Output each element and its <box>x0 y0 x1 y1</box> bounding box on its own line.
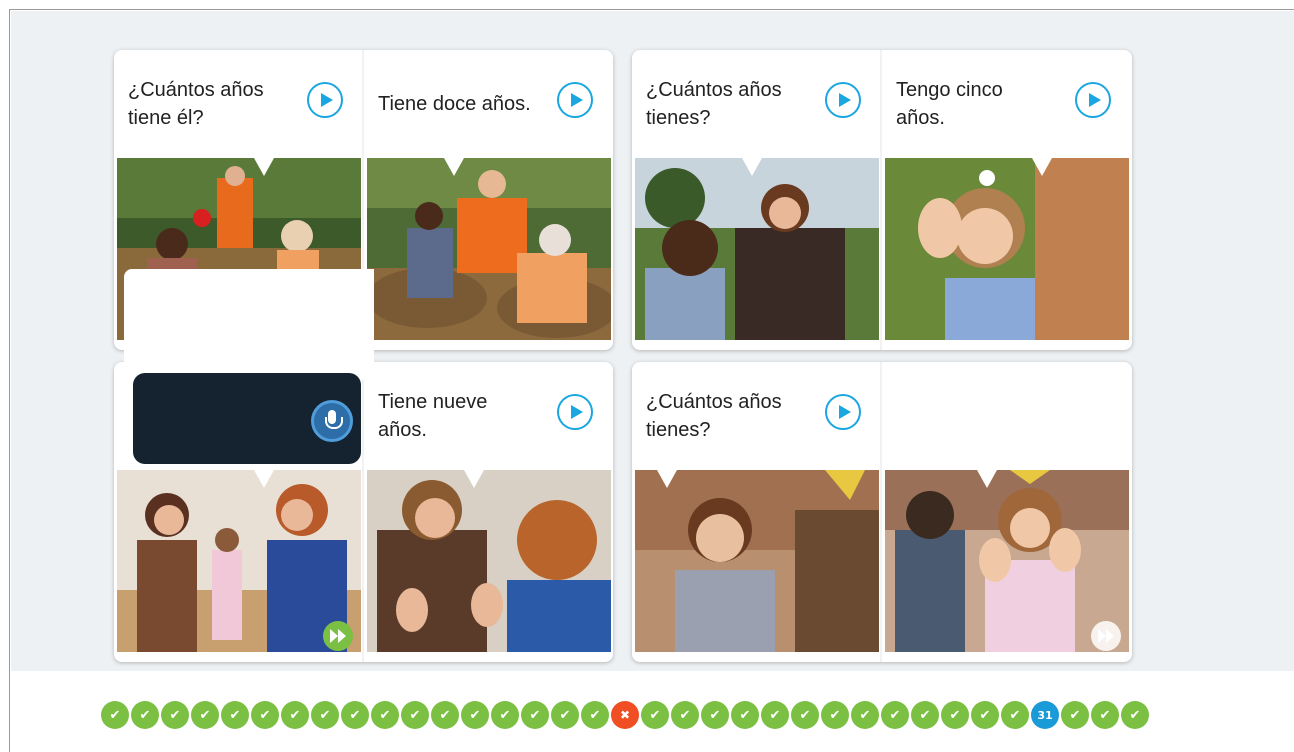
caption-text: Tiene nueve años. <box>378 391 488 441</box>
photo-women-at-party[interactable] <box>117 470 361 652</box>
step-done-check-icon[interactable]: ✔ <box>251 701 279 729</box>
step-done-check-icon[interactable]: ✔ <box>671 701 699 729</box>
step-done-check-icon[interactable]: ✔ <box>311 701 339 729</box>
caption-text: Tengo cinco años. <box>896 79 1003 129</box>
step-done-check-icon[interactable]: ✔ <box>551 701 579 729</box>
step-current[interactable]: 31 <box>1031 701 1059 729</box>
caption-text: ¿Cuántos años tienes? <box>646 391 782 441</box>
step-done-check-icon[interactable]: ✔ <box>191 701 219 729</box>
step-done-check-icon[interactable]: ✔ <box>491 701 519 729</box>
play-audio-icon[interactable] <box>557 394 593 430</box>
step-done-check-icon[interactable]: ✔ <box>971 701 999 729</box>
dialogue-panel: ¿Cuántos años tienes? <box>632 50 879 350</box>
caption-text: ¿Cuántos años tienes? <box>646 79 782 129</box>
play-audio-icon[interactable] <box>825 394 861 430</box>
step-done-check-icon[interactable]: ✔ <box>1121 701 1149 729</box>
speech-bubble-notch <box>657 470 677 488</box>
step-done-check-icon[interactable]: ✔ <box>581 701 609 729</box>
caption-text: ¿Cuántos años tiene él? <box>128 79 264 129</box>
voice-recorder-panel[interactable] <box>133 373 361 464</box>
speech-bubble-notch <box>977 470 997 488</box>
step-done-check-icon[interactable]: ✔ <box>791 701 819 729</box>
step-done-check-icon[interactable]: ✔ <box>131 701 159 729</box>
step-done-check-icon[interactable]: ✔ <box>881 701 909 729</box>
speech-bubble-notch <box>742 158 762 176</box>
step-done-check-icon[interactable]: ✔ <box>1091 701 1119 729</box>
step-done-check-icon[interactable]: ✔ <box>821 701 849 729</box>
step-done-check-icon[interactable]: ✔ <box>1061 701 1089 729</box>
speech-bubble-notch <box>254 470 274 488</box>
step-done-check-icon[interactable]: ✔ <box>281 701 309 729</box>
play-audio-icon[interactable] <box>307 82 343 118</box>
photo-family-on-patio[interactable] <box>367 158 611 340</box>
step-done-check-icon[interactable]: ✔ <box>221 701 249 729</box>
dialogue-panel: Tiene doce años. <box>364 50 611 350</box>
lesson-progress-bar: ✔ ✔ ✔ ✔ ✔ ✔ ✔ ✔ ✔ ✔ ✔ ✔ ✔ ✔ ✔ ✔ ✔ ✖ ✔ ✔ ✔ ✔ ✔ ✔ ✔ ✔ ✔ ✔ ✔ ✔ ✔ 31 ✔ ✔ ✔ <box>101 701 1149 731</box>
step-done-check-icon[interactable]: ✔ <box>341 701 369 729</box>
speech-bubble-notch <box>464 470 484 488</box>
play-audio-icon[interactable] <box>825 82 861 118</box>
lesson-stage: ¿Cuántos años tiene él? Tiene doce años.… <box>11 11 1294 671</box>
app-frame: ¿Cuántos años tiene él? Tiene doce años.… <box>9 9 1294 752</box>
response-overlay <box>124 269 374 379</box>
dialogue-panel: Tiene nueve años. <box>364 362 611 662</box>
play-audio-icon[interactable] <box>1075 82 1111 118</box>
step-done-check-icon[interactable]: ✔ <box>911 701 939 729</box>
step-done-check-icon[interactable]: ✔ <box>1001 701 1029 729</box>
dialogue-panel: ¿Cuántos años tienes? <box>632 362 879 662</box>
dialogue-panel <box>882 362 1129 662</box>
photo-woman-showing-nine[interactable] <box>367 470 611 652</box>
step-done-check-icon[interactable]: ✔ <box>461 701 489 729</box>
step-done-check-icon[interactable]: ✔ <box>161 701 189 729</box>
caption-text: Tiene doce años. <box>378 93 531 115</box>
step-done-check-icon[interactable]: ✔ <box>851 701 879 729</box>
fast-forward-icon[interactable] <box>323 621 353 651</box>
photo-girl-showing-ten[interactable] <box>885 470 1129 652</box>
step-done-check-icon[interactable]: ✔ <box>641 701 669 729</box>
step-error-x-icon[interactable]: ✖ <box>611 701 639 729</box>
speech-bubble-notch <box>254 158 274 176</box>
step-done-check-icon[interactable]: ✔ <box>521 701 549 729</box>
dialogue-card-2: ¿Cuántos años tienes? Tengo cinco años. <box>632 50 1132 350</box>
play-audio-icon[interactable] <box>557 82 593 118</box>
fast-forward-icon[interactable] <box>1091 621 1121 651</box>
step-done-check-icon[interactable]: ✔ <box>101 701 129 729</box>
speech-bubble-notch <box>1032 158 1052 176</box>
speech-bubble-notch <box>444 158 464 176</box>
step-done-check-icon[interactable]: ✔ <box>401 701 429 729</box>
photo-boy-at-birthday[interactable] <box>635 470 879 652</box>
step-done-check-icon[interactable]: ✔ <box>761 701 789 729</box>
microphone-icon[interactable] <box>311 400 353 442</box>
photo-girl-showing-five[interactable] <box>885 158 1129 340</box>
step-done-check-icon[interactable]: ✔ <box>431 701 459 729</box>
photo-mother-and-girl[interactable] <box>635 158 879 340</box>
step-done-check-icon[interactable]: ✔ <box>941 701 969 729</box>
dialogue-panel: Tengo cinco años. <box>882 50 1129 350</box>
step-done-check-icon[interactable]: ✔ <box>371 701 399 729</box>
dialogue-card-4: ¿Cuántos años tienes? <box>632 362 1132 662</box>
step-done-check-icon[interactable]: ✔ <box>701 701 729 729</box>
step-done-check-icon[interactable]: ✔ <box>731 701 759 729</box>
